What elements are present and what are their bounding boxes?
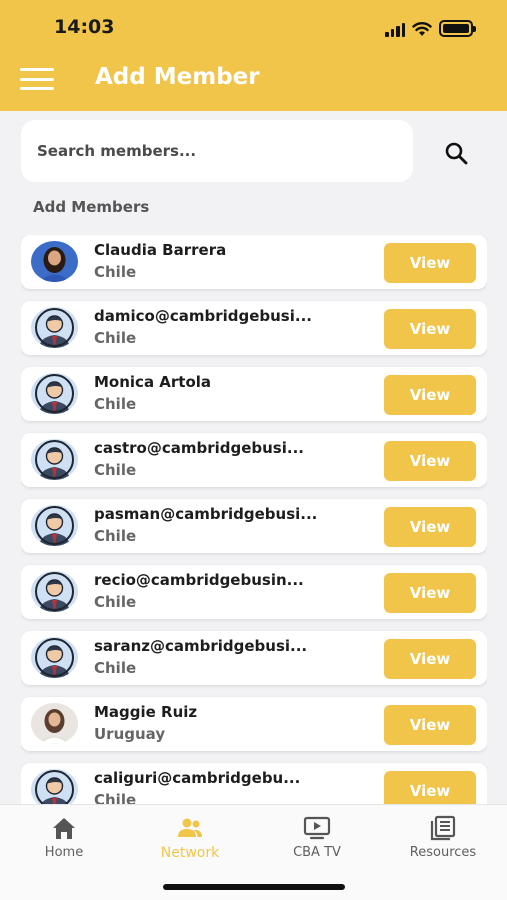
view-button[interactable]: View <box>384 573 476 613</box>
default-user-icon <box>31 571 78 612</box>
member-name: Monica Artola <box>94 373 212 391</box>
default-user-icon <box>31 439 78 480</box>
page-title: Add Member <box>95 64 260 90</box>
battery-icon <box>439 20 476 37</box>
view-button[interactable]: View <box>384 375 476 415</box>
member-name: castro@cambridgebusi... <box>94 439 304 457</box>
member-name: pasman@cambridgebusi... <box>94 505 318 523</box>
member-name: damico@cambridgebusi... <box>94 307 312 325</box>
default-user-icon <box>31 769 78 804</box>
status-time: 14:03 <box>54 16 115 38</box>
tab-home[interactable]: Home <box>9 815 119 865</box>
default-user-icon <box>31 307 78 348</box>
search-field[interactable] <box>21 120 413 182</box>
member-card: Claudia Barrera Chile View <box>21 235 487 289</box>
tab-resources[interactable]: Resources <box>388 815 498 865</box>
member-card: Maggie Ruiz Uruguay View <box>21 697 487 751</box>
member-avatar <box>31 637 78 678</box>
member-name: Claudia Barrera <box>94 241 227 259</box>
member-avatar <box>31 373 78 414</box>
member-card: caliguri@cambridgebu... Chile View <box>21 763 487 804</box>
member-name: caliguri@cambridgebu... <box>94 769 301 787</box>
view-button[interactable]: View <box>384 309 476 349</box>
member-country: Chile <box>94 395 137 413</box>
member-country: Chile <box>94 329 137 347</box>
member-country: Chile <box>94 263 137 281</box>
member-country: Chile <box>94 659 137 677</box>
tab-label: Home <box>44 845 84 860</box>
member-card: pasman@cambridgebusi... Chile View <box>21 499 487 553</box>
status-icons <box>385 19 476 37</box>
view-button[interactable]: View <box>384 705 476 745</box>
member-name: Maggie Ruiz <box>94 703 198 721</box>
member-avatar <box>31 769 78 804</box>
member-card: damico@cambridgebusi... Chile View <box>21 301 487 355</box>
member-list[interactable]: Claudia Barrera Chile View damico@cambri… <box>21 235 487 804</box>
tab-cba-tv[interactable]: CBA TV <box>262 815 372 865</box>
view-button[interactable]: View <box>384 507 476 547</box>
member-avatar <box>31 571 78 612</box>
default-user-icon <box>31 637 78 678</box>
photo-woman-white-top-icon <box>31 703 78 744</box>
member-country: Uruguay <box>94 725 166 743</box>
member-country: Chile <box>94 461 137 479</box>
member-avatar <box>31 439 78 480</box>
home-icon <box>53 818 75 839</box>
menu-icon[interactable] <box>20 68 54 90</box>
member-card: recio@cambridgebusin... Chile View <box>21 565 487 619</box>
section-label: Add Members <box>33 198 150 216</box>
view-button[interactable]: View <box>384 639 476 679</box>
member-card: castro@cambridgebusi... Chile View <box>21 433 487 487</box>
member-avatar-photo <box>31 703 78 744</box>
member-avatar-photo <box>31 241 78 282</box>
member-card: saranz@cambridgebusi... Chile View <box>21 631 487 685</box>
view-button[interactable]: View <box>384 243 476 283</box>
book-icon <box>430 815 456 841</box>
member-country: Chile <box>94 527 137 545</box>
tab-label: CBA TV <box>293 845 341 860</box>
tab-label: Resources <box>409 845 477 860</box>
member-country: Chile <box>94 593 137 611</box>
view-button[interactable]: View <box>384 441 476 481</box>
search-icon[interactable] <box>442 139 470 167</box>
signal-icon <box>385 23 405 37</box>
view-button[interactable]: View <box>384 771 476 804</box>
people-icon <box>178 818 202 837</box>
home-indicator <box>163 884 345 890</box>
default-user-icon <box>31 505 78 546</box>
search-input[interactable] <box>37 142 397 160</box>
member-name: saranz@cambridgebusi... <box>94 637 308 655</box>
member-name: recio@cambridgebusin... <box>94 571 304 589</box>
wifi-icon <box>412 22 432 36</box>
member-avatar <box>31 505 78 546</box>
member-country: Chile <box>94 791 137 804</box>
default-user-icon <box>31 373 78 414</box>
tv-play-icon <box>303 816 331 840</box>
app-header: 14:03 Add Member <box>0 0 507 111</box>
tab-label: Network <box>160 845 220 861</box>
tab-network[interactable]: Network <box>135 815 245 865</box>
member-avatar <box>31 307 78 348</box>
member-card: Monica Artola Chile View <box>21 367 487 421</box>
photo-woman-dark-hair-icon <box>31 241 78 282</box>
